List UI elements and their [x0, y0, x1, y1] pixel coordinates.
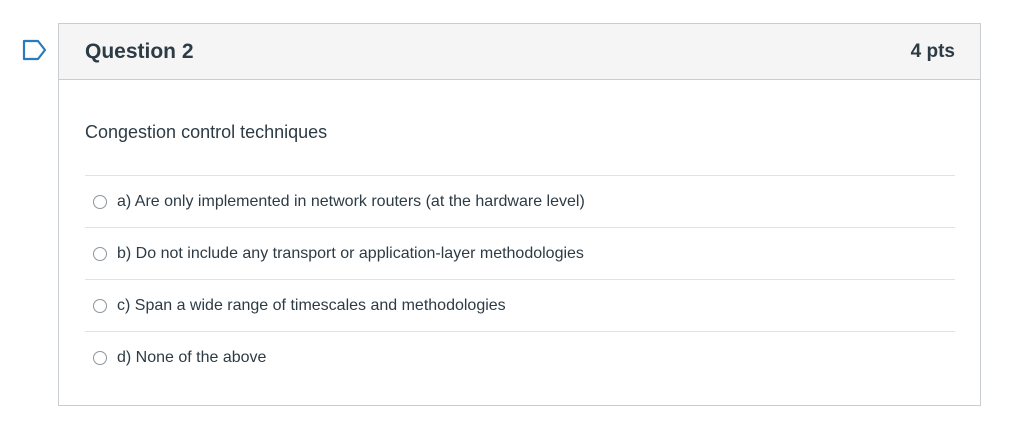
question-body: Congestion control techniques a) Are onl… — [59, 121, 980, 383]
answer-label: d) None of the above — [117, 348, 267, 366]
answer-option-b[interactable]: b) Do not include any transport or appli… — [85, 228, 955, 280]
answer-option-a[interactable]: a) Are only implemented in network route… — [85, 176, 955, 228]
radio-button[interactable] — [93, 298, 107, 313]
question-points: 4 pts — [910, 40, 955, 62]
answer-label: a) Are only implemented in network route… — [117, 192, 585, 210]
answer-option-c[interactable]: c) Span a wide range of timescales and m… — [85, 280, 955, 332]
radio-button[interactable] — [93, 194, 107, 209]
answer-label: c) Span a wide range of timescales and m… — [117, 296, 506, 314]
question-title: Question 2 — [85, 39, 194, 63]
answer-option-d[interactable]: d) None of the above — [85, 332, 955, 383]
radio-button[interactable] — [93, 246, 107, 261]
question-text: Congestion control techniques — [85, 122, 328, 142]
answer-label: b) Do not include any transport or appli… — [117, 244, 584, 262]
flag-question-icon[interactable] — [22, 39, 48, 61]
question-card: Question 2 4 pts Congestion control tech… — [58, 23, 981, 406]
radio-button[interactable] — [93, 350, 107, 365]
question-header: Question 2 4 pts — [59, 24, 980, 80]
answer-list: a) Are only implemented in network route… — [85, 175, 955, 383]
